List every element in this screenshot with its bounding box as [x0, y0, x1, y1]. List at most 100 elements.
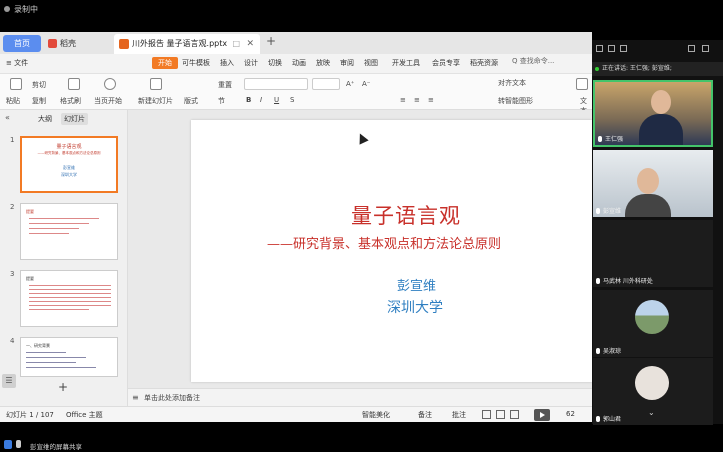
- participant-video-4[interactable]: 吴淑琼: [593, 290, 713, 357]
- strikethrough-button[interactable]: S: [290, 96, 294, 104]
- participant-video-2[interactable]: 彭宣维: [593, 150, 713, 217]
- increase-font-button[interactable]: A⁺: [346, 80, 354, 88]
- menu-animation[interactable]: 动画: [292, 58, 306, 68]
- menu-slideshow[interactable]: 放映: [316, 58, 330, 68]
- participant-name: 吴淑琼: [603, 348, 622, 355]
- thumb-org: 深圳大学: [61, 172, 77, 177]
- theme-name: Office 主题: [66, 411, 103, 419]
- play-from-current-icon[interactable]: [104, 78, 116, 90]
- paste-label[interactable]: 粘贴: [6, 96, 20, 106]
- bold-button[interactable]: B: [246, 96, 251, 104]
- participant-video-1[interactable]: 王仁强: [593, 80, 713, 147]
- paste-icon[interactable]: [10, 78, 22, 90]
- new-tab-button[interactable]: +: [266, 34, 276, 48]
- slide-sorter-icon[interactable]: [496, 410, 505, 419]
- format-painter-label[interactable]: 格式刷: [60, 96, 81, 106]
- smart-beautify-button[interactable]: 智能美化: [362, 410, 390, 420]
- chevron-down-icon[interactable]: ⌄: [648, 408, 655, 417]
- underline-button[interactable]: U: [274, 96, 279, 104]
- menu-template[interactable]: 可牛模板: [182, 58, 210, 68]
- popout-icon[interactable]: [688, 45, 695, 52]
- font-size-box[interactable]: [312, 78, 340, 90]
- new-slide-icon[interactable]: [150, 78, 162, 90]
- slide-title[interactable]: 量子语言观: [351, 200, 461, 230]
- speaking-dot-icon: [595, 67, 599, 71]
- slide-thumbnail-3[interactable]: 提要: [20, 270, 118, 327]
- italic-button[interactable]: I: [260, 96, 262, 104]
- align-center-button[interactable]: ≡: [414, 96, 420, 104]
- section-button[interactable]: 节: [218, 96, 225, 106]
- tab-daoke-label: 稻壳: [60, 39, 76, 48]
- menu-start[interactable]: 开始: [152, 57, 178, 69]
- decrease-font-button[interactable]: A⁻: [362, 80, 370, 88]
- list-view-icon[interactable]: ☰: [2, 374, 16, 388]
- cut-button[interactable]: 剪切: [32, 80, 46, 90]
- menu-review[interactable]: 审阅: [340, 58, 354, 68]
- participant-video-3[interactable]: 马武林 川外科研处: [593, 220, 713, 287]
- menu-developer[interactable]: 开发工具: [392, 58, 420, 68]
- participant-name-label: 吴淑琼: [596, 346, 621, 355]
- thumb-text-line: [29, 233, 69, 234]
- participant-avatar: [635, 366, 669, 400]
- participant-body: [625, 194, 671, 217]
- comments-button[interactable]: 批注: [452, 410, 466, 420]
- zoom-level[interactable]: 62: [566, 410, 575, 418]
- command-search[interactable]: Q 查找命令...: [512, 56, 554, 66]
- thumb-text-line: [29, 293, 111, 294]
- tab-close-button[interactable]: ✕: [246, 34, 254, 54]
- ribbon: 粘贴 剪切 复制 格式刷 当页开始 新建幻灯片 版式 重置 节 B I U S …: [0, 74, 592, 125]
- recording-bar: 录制中: [0, 0, 723, 32]
- layout-button[interactable]: 版式: [184, 96, 198, 106]
- tab-outline[interactable]: 大纲: [38, 114, 52, 124]
- current-slide[interactable]: 量子语言观 ——研究背景、基本观点和方法论总原则 彭宣维 深圳大学: [191, 120, 592, 382]
- slide-thumbnail-4[interactable]: 一、研究背景: [20, 337, 118, 377]
- participant-avatar: [635, 300, 669, 334]
- thumb-text-line: [26, 357, 86, 358]
- text-align-button[interactable]: 对齐文本: [498, 78, 526, 88]
- tab-daoke[interactable]: 稻壳: [44, 35, 110, 52]
- menu-design[interactable]: 设计: [244, 58, 258, 68]
- slide-subtitle[interactable]: ——研究背景、基本观点和方法论总原则: [267, 233, 501, 252]
- menu-resources[interactable]: 稻壳资源: [470, 58, 498, 68]
- thumb-number: 2: [10, 203, 15, 211]
- list-icon[interactable]: [620, 45, 627, 52]
- fullscreen-icon[interactable]: [702, 45, 709, 52]
- menu-member[interactable]: 会员专享: [432, 58, 460, 68]
- menu-view[interactable]: 视图: [364, 58, 378, 68]
- normal-view-icon[interactable]: [482, 410, 491, 419]
- collapse-panel-button[interactable]: «: [5, 113, 10, 122]
- play-slideshow-button[interactable]: [534, 409, 550, 421]
- notes-toggle-button[interactable]: 备注: [418, 410, 432, 420]
- menu-insert[interactable]: 插入: [220, 58, 234, 68]
- thumb-number: 4: [10, 337, 15, 345]
- align-right-button[interactable]: ≡: [428, 96, 434, 104]
- thumb-number: 3: [10, 270, 15, 278]
- slide-author[interactable]: 彭宣维: [397, 275, 436, 294]
- from-current-label[interactable]: 当页开始: [94, 96, 122, 106]
- copy-button[interactable]: 复制: [32, 96, 46, 106]
- menu-transition[interactable]: 切换: [268, 58, 282, 68]
- reset-button[interactable]: 重置: [218, 80, 232, 90]
- add-slide-button[interactable]: +: [58, 380, 68, 394]
- align-left-button[interactable]: ≡: [400, 96, 406, 104]
- new-slide-label[interactable]: 新建幻灯片: [138, 96, 173, 106]
- screen: 录制中 首页 稻壳 川外报告 量子语言观.pptx □ ✕ + ≡ 文件 开始 …: [0, 0, 723, 452]
- font-name-box[interactable]: [244, 78, 308, 90]
- tab-slides[interactable]: 幻灯片: [61, 113, 88, 125]
- layout-icon[interactable]: [596, 45, 603, 52]
- slide-counter: 幻灯片 1 / 107: [6, 411, 54, 419]
- menu-file[interactable]: ≡ 文件: [6, 58, 28, 68]
- tab-restore-icon[interactable]: □: [232, 34, 240, 54]
- slide-organization[interactable]: 深圳大学: [387, 297, 443, 317]
- participant-name: 彭宣维: [603, 208, 622, 215]
- tab-document[interactable]: 川外报告 量子语言观.pptx □ ✕: [114, 34, 260, 54]
- format-painter-icon[interactable]: [68, 78, 80, 90]
- notes-pane[interactable]: ≡ 单击此处添加备注: [128, 388, 592, 406]
- grid-icon[interactable]: [608, 45, 615, 52]
- smart-art-button[interactable]: 转智能图形: [498, 96, 533, 106]
- text-box-icon[interactable]: [576, 78, 588, 90]
- slide-thumbnail-1[interactable]: 量子语言观 ——研究背景、基本观点和方法论总原则 彭宣维 深圳大学: [20, 136, 118, 193]
- tab-home[interactable]: 首页: [3, 35, 41, 52]
- slide-thumbnail-2[interactable]: 提要: [20, 203, 118, 260]
- reading-view-icon[interactable]: [510, 410, 519, 419]
